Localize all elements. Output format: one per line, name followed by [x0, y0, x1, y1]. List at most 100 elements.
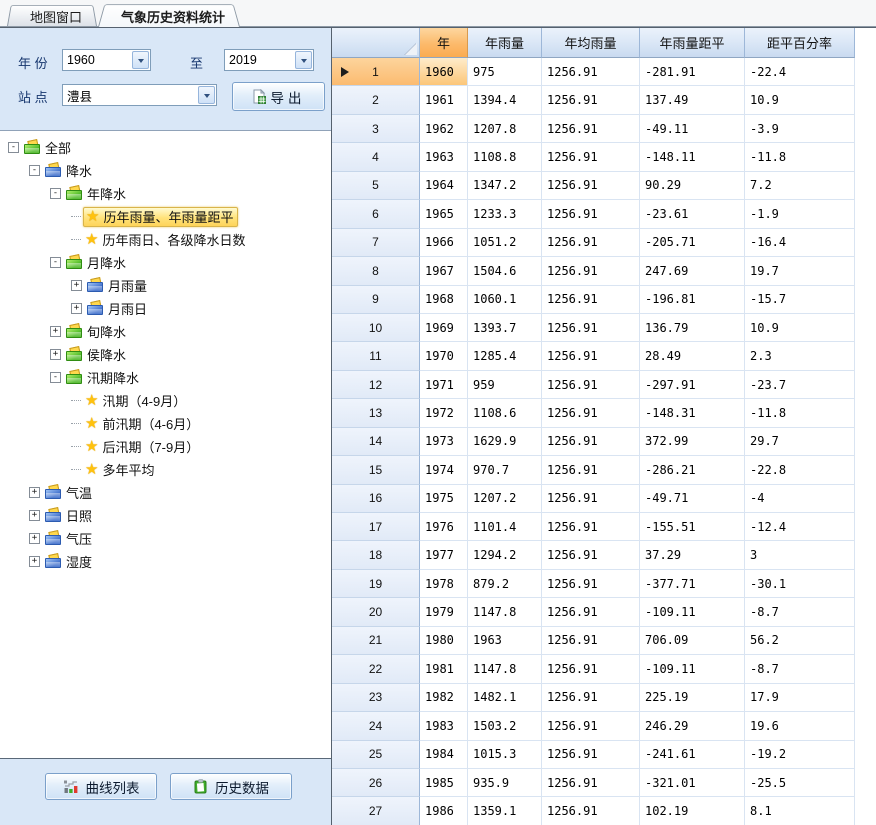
tree-item[interactable]: +气压 [8, 527, 331, 550]
grid-cell[interactable]: 1256.91 [542, 541, 640, 569]
grid-cell[interactable]: -281.91 [640, 58, 745, 86]
table-row[interactable]: 2019791147.81256.91-109.11-8.7 [332, 598, 876, 626]
table-row[interactable]: 219611394.41256.91137.4910.9 [332, 86, 876, 114]
grid-cell[interactable]: 879.2 [468, 570, 542, 598]
grid-cell[interactable]: 2.3 [745, 342, 855, 370]
year-from-combobox[interactable]: 1960 [62, 49, 151, 71]
expand-plus-icon[interactable]: + [29, 533, 40, 544]
tree-item[interactable]: ★多年平均 [8, 458, 331, 481]
column-header-year[interactable]: 年 [420, 28, 468, 58]
grid-cell[interactable]: 1256.91 [542, 314, 640, 342]
export-button[interactable]: 导出 [232, 82, 325, 111]
grid-cell[interactable]: 372.99 [640, 428, 745, 456]
grid-cell[interactable]: -196.81 [640, 286, 745, 314]
table-row[interactable]: 1119701285.41256.9128.492.3 [332, 342, 876, 370]
row-header[interactable]: 21 [332, 627, 420, 655]
tree-item[interactable]: -汛期降水 [8, 366, 331, 389]
table-row[interactable]: 2419831503.21256.91246.2919.6 [332, 712, 876, 740]
grid-cell[interactable]: -109.11 [640, 598, 745, 626]
collapse-minus-icon[interactable]: - [50, 188, 61, 199]
row-header[interactable]: 8 [332, 257, 420, 285]
row-header[interactable]: 7 [332, 229, 420, 257]
grid-cell[interactable]: 1966 [420, 229, 468, 257]
grid-cell[interactable]: 1986 [420, 797, 468, 825]
row-header[interactable]: 19 [332, 570, 420, 598]
expand-plus-icon[interactable]: + [29, 487, 40, 498]
grid-cell[interactable]: 1974 [420, 456, 468, 484]
tree-item[interactable]: +日照 [8, 504, 331, 527]
grid-cell[interactable]: 1981 [420, 655, 468, 683]
grid-cell[interactable]: -15.7 [745, 286, 855, 314]
grid-cell[interactable]: 246.29 [640, 712, 745, 740]
grid-cell[interactable]: -109.11 [640, 655, 745, 683]
tree-item[interactable]: -月降水 [8, 251, 331, 274]
grid-cell[interactable]: -321.01 [640, 769, 745, 797]
row-header[interactable]: 27 [332, 797, 420, 825]
grid-cell[interactable]: 1207.8 [468, 115, 542, 143]
grid-cell[interactable]: -23.61 [640, 200, 745, 228]
row-header[interactable]: 23 [332, 684, 420, 712]
history-data-button[interactable]: 历史数据 [170, 773, 292, 800]
grid-cell[interactable]: 37.29 [640, 541, 745, 569]
table-row[interactable]: 919681060.11256.91-196.81-15.7 [332, 286, 876, 314]
grid-cell[interactable]: 90.29 [640, 172, 745, 200]
grid-cell[interactable]: 1394.4 [468, 86, 542, 114]
table-row[interactable]: 419631108.81256.91-148.11-11.8 [332, 143, 876, 171]
table-row[interactable]: 2719861359.11256.91102.198.1 [332, 797, 876, 825]
tree-item[interactable]: +湿度 [8, 550, 331, 573]
row-header[interactable]: 5 [332, 172, 420, 200]
grid-cell[interactable]: 1256.91 [542, 286, 640, 314]
grid-cell[interactable]: -4 [745, 485, 855, 513]
grid-cell[interactable]: 1965 [420, 200, 468, 228]
row-header[interactable]: 2 [332, 86, 420, 114]
grid-cell[interactable]: 1256.91 [542, 143, 640, 171]
grid-cell[interactable]: 1968 [420, 286, 468, 314]
row-header[interactable]: 4 [332, 143, 420, 171]
row-header[interactable]: 13 [332, 399, 420, 427]
row-header[interactable]: 1 [332, 58, 420, 86]
grid-cell[interactable]: -155.51 [640, 513, 745, 541]
tree-node-content[interactable]: 日照 [43, 506, 96, 526]
grid-cell[interactable]: 1294.2 [468, 541, 542, 569]
row-header[interactable]: 25 [332, 741, 420, 769]
table-row[interactable]: 2319821482.11256.91225.1917.9 [332, 684, 876, 712]
column-header-mean-rainfall[interactable]: 年均雨量 [542, 28, 640, 58]
tree-node-content[interactable]: ★汛期（4-9月） [83, 391, 190, 411]
grid-cell[interactable]: 1256.91 [542, 712, 640, 740]
grid-cell[interactable]: 959 [468, 371, 542, 399]
row-header[interactable]: 11 [332, 342, 420, 370]
grid-cell[interactable]: 1256.91 [542, 655, 640, 683]
grid-cell[interactable]: 10.9 [745, 314, 855, 342]
grid-cell[interactable]: 10.9 [745, 86, 855, 114]
grid-cell[interactable]: 1256.91 [542, 257, 640, 285]
grid-cell[interactable]: 29.7 [745, 428, 855, 456]
tree-node-content[interactable]: 月雨量 [85, 276, 151, 296]
grid-cell[interactable]: 706.09 [640, 627, 745, 655]
grid-cell[interactable]: 1108.6 [468, 399, 542, 427]
expand-plus-icon[interactable]: + [50, 326, 61, 337]
grid-cell[interactable]: 7.2 [745, 172, 855, 200]
row-header[interactable]: 9 [332, 286, 420, 314]
grid-cell[interactable]: -11.8 [745, 143, 855, 171]
table-row[interactable]: 619651233.31256.91-23.61-1.9 [332, 200, 876, 228]
row-header[interactable]: 18 [332, 541, 420, 569]
row-header[interactable]: 20 [332, 598, 420, 626]
tree-item[interactable]: +月雨量 [8, 274, 331, 297]
grid-cell[interactable]: 1051.2 [468, 229, 542, 257]
year-from-dropdown-button[interactable] [132, 51, 149, 69]
grid-cell[interactable]: 1971 [420, 371, 468, 399]
tree-item[interactable]: -降水 [8, 159, 331, 182]
tree-node-content[interactable]: 年降水 [64, 184, 130, 204]
tree-item[interactable]: ★前汛期（4-6月） [8, 412, 331, 435]
grid-cell[interactable]: 1256.91 [542, 371, 640, 399]
grid-cell[interactable]: 137.49 [640, 86, 745, 114]
table-row[interactable]: 319621207.81256.91-49.11-3.9 [332, 115, 876, 143]
grid-cell[interactable]: 1256.91 [542, 229, 640, 257]
grid-cell[interactable]: 1256.91 [542, 399, 640, 427]
grid-cell[interactable]: -148.11 [640, 143, 745, 171]
table-row[interactable]: 2219811147.81256.91-109.11-8.7 [332, 655, 876, 683]
grid-cell[interactable]: -377.71 [640, 570, 745, 598]
year-to-combobox[interactable]: 2019 [224, 49, 314, 71]
table-row[interactable]: 719661051.21256.91-205.71-16.4 [332, 229, 876, 257]
grid-cell[interactable]: 1504.6 [468, 257, 542, 285]
